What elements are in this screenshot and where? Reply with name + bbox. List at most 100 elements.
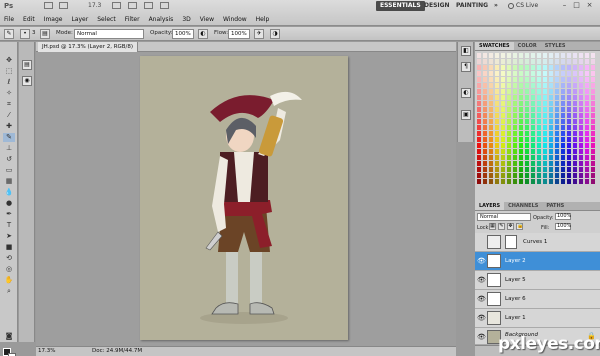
swatch-chip[interactable] — [519, 179, 524, 185]
opacity-field[interactable]: 100% — [172, 29, 194, 39]
zoom-level-dropdown[interactable]: 17.3 — [88, 2, 101, 9]
swatch-chip[interactable] — [561, 179, 566, 185]
workspace-essentials[interactable]: ESSENTIALS — [376, 1, 425, 11]
close-icon[interactable]: × — [585, 1, 594, 10]
airbrush-icon[interactable]: ✈ — [254, 29, 264, 39]
menu-image[interactable]: Image — [44, 16, 63, 23]
masks-panel-icon[interactable]: ▣ — [461, 110, 471, 120]
move-tool-icon[interactable]: ✥ — [3, 56, 15, 65]
swatch-chip[interactable] — [501, 179, 506, 185]
tab-paths[interactable]: PATHS — [542, 202, 568, 210]
lock-all-icon[interactable]: 🔒 — [516, 223, 523, 230]
quick-mask-icon[interactable]: ◙ — [3, 332, 15, 341]
brush-tool-icon[interactable]: ✎ — [3, 133, 15, 142]
adjustments-panel-icon[interactable]: ◐ — [461, 88, 471, 98]
menu-3d[interactable]: 3D — [182, 16, 190, 23]
quick-selection-tool-icon[interactable]: ✧ — [3, 89, 15, 98]
healing-brush-tool-icon[interactable]: ✚ — [3, 122, 15, 131]
type-tool-icon[interactable]: T — [3, 221, 15, 230]
blur-tool-icon[interactable]: 💧 — [3, 188, 15, 197]
swatch-chip[interactable] — [579, 179, 584, 185]
history-brush-tool-icon[interactable]: ↺ — [3, 155, 15, 164]
crop-tool-icon[interactable]: ⌗ — [3, 100, 15, 109]
tab-color[interactable]: COLOR — [514, 42, 541, 50]
swatch-chip[interactable] — [549, 179, 554, 185]
color-panel-icon[interactable]: ◧ — [461, 46, 471, 56]
3d-orbit-tool-icon[interactable]: ◎ — [3, 265, 15, 274]
pressure-opacity-icon[interactable]: ◐ — [198, 29, 208, 39]
tab-channels[interactable]: CHANNELS — [504, 202, 542, 210]
swatch-chip[interactable] — [543, 179, 548, 185]
tab-layers[interactable]: LAYERS — [475, 202, 505, 210]
zoom-tool-icon[interactable]: ⌕ — [3, 287, 15, 296]
document-tab[interactable]: JH.psd @ 17.3% (Layer 2, RGB/8) — [38, 42, 139, 52]
hand-tool-icon[interactable]: ✋ — [3, 276, 15, 285]
lock-pixels-icon[interactable]: ✎ — [498, 223, 505, 230]
menu-help[interactable]: Help — [256, 16, 270, 23]
minimize-icon[interactable]: – — [560, 1, 569, 10]
menu-file[interactable]: File — [4, 16, 14, 23]
mode-select[interactable]: Normal — [74, 29, 144, 39]
swatch-chip[interactable] — [525, 179, 530, 185]
menu-select[interactable]: Select — [97, 16, 116, 23]
swatch-chip[interactable] — [477, 179, 482, 185]
menu-view[interactable]: View — [200, 16, 214, 23]
clone-stamp-tool-icon[interactable]: ⊥ — [3, 144, 15, 153]
screen-mode-icon[interactable] — [160, 2, 169, 9]
pen-tool-icon[interactable]: ✒ — [3, 210, 15, 219]
layer-row-curves-1[interactable]: Curves 1 — [475, 233, 600, 252]
visibility-toggle[interactable] — [477, 238, 485, 246]
eye-icon[interactable]: 👁 — [477, 295, 486, 303]
layer-opacity-field[interactable]: 100% — [555, 213, 571, 220]
menu-analysis[interactable]: Analysis — [149, 16, 174, 23]
swatch-chip[interactable] — [531, 179, 536, 185]
flow-field[interactable]: 100% — [228, 29, 250, 39]
workspace-design[interactable]: DESIGN — [420, 1, 454, 11]
swatch-chip[interactable] — [555, 179, 560, 185]
eyedropper-tool-icon[interactable]: ⁄ — [3, 111, 15, 120]
swatch-chip[interactable] — [567, 179, 572, 185]
cs-live-button[interactable]: CS Live — [508, 1, 538, 11]
eye-icon[interactable]: 👁 — [477, 314, 486, 322]
brush-panel-icon[interactable]: ¶ — [461, 62, 471, 72]
path-selection-tool-icon[interactable]: ➤ — [3, 232, 15, 241]
eye-icon[interactable]: 👁 — [477, 333, 486, 341]
layer-row-layer-1[interactable]: 👁 Layer 1 — [475, 309, 600, 328]
3d-rotate-tool-icon[interactable]: ⟲ — [3, 254, 15, 263]
eye-icon[interactable]: 👁 — [477, 257, 486, 265]
workspace-more[interactable]: » — [490, 1, 502, 11]
layer-row-layer-6[interactable]: 👁 Layer 6 — [475, 290, 600, 309]
swatch-chip[interactable] — [585, 179, 590, 185]
fill-field[interactable]: 100% — [555, 223, 571, 230]
blend-mode-select[interactable]: Normal — [477, 213, 531, 221]
brush-picker-icon[interactable]: • — [20, 29, 30, 39]
menu-filter[interactable]: Filter — [125, 16, 140, 23]
dodge-tool-icon[interactable]: ● — [3, 199, 15, 208]
arrange-documents-icon[interactable] — [144, 2, 153, 9]
zoom-tool-icon[interactable] — [128, 2, 137, 9]
brush-panel-icon[interactable]: ▤ — [40, 29, 50, 39]
layer-row-layer-2[interactable]: 👁 Layer 2 — [475, 252, 600, 271]
tab-swatches[interactable]: SWATCHES — [475, 42, 514, 50]
swatch-grid[interactable] — [477, 53, 598, 190]
swatch-chip[interactable] — [489, 179, 494, 185]
swatch-chip[interactable] — [495, 179, 500, 185]
swatch-chip[interactable] — [513, 179, 518, 185]
pressure-size-icon[interactable]: ◑ — [270, 29, 280, 39]
layer-row-layer-5[interactable]: 👁 Layer 5 — [475, 271, 600, 290]
eraser-tool-icon[interactable]: ▭ — [3, 166, 15, 175]
tab-styles[interactable]: STYLES — [541, 42, 570, 50]
marquee-tool-icon[interactable]: ⬚ — [3, 67, 15, 76]
swatch-chip[interactable] — [591, 179, 596, 185]
actions-panel-icon[interactable]: ◉ — [22, 76, 32, 86]
menu-edit[interactable]: Edit — [23, 16, 35, 23]
swatch-chip[interactable] — [507, 179, 512, 185]
workspace-painting[interactable]: PAINTING — [452, 1, 492, 11]
launch-bridge-icon[interactable] — [44, 2, 53, 9]
brush-preset-icon[interactable]: ✎ — [4, 29, 14, 39]
hand-tool-icon[interactable] — [112, 2, 121, 9]
eye-icon[interactable]: 👁 — [477, 276, 486, 284]
gradient-tool-icon[interactable]: ▦ — [3, 177, 15, 186]
swatch-chip[interactable] — [483, 179, 488, 185]
lasso-tool-icon[interactable]: ℓ — [3, 78, 15, 87]
